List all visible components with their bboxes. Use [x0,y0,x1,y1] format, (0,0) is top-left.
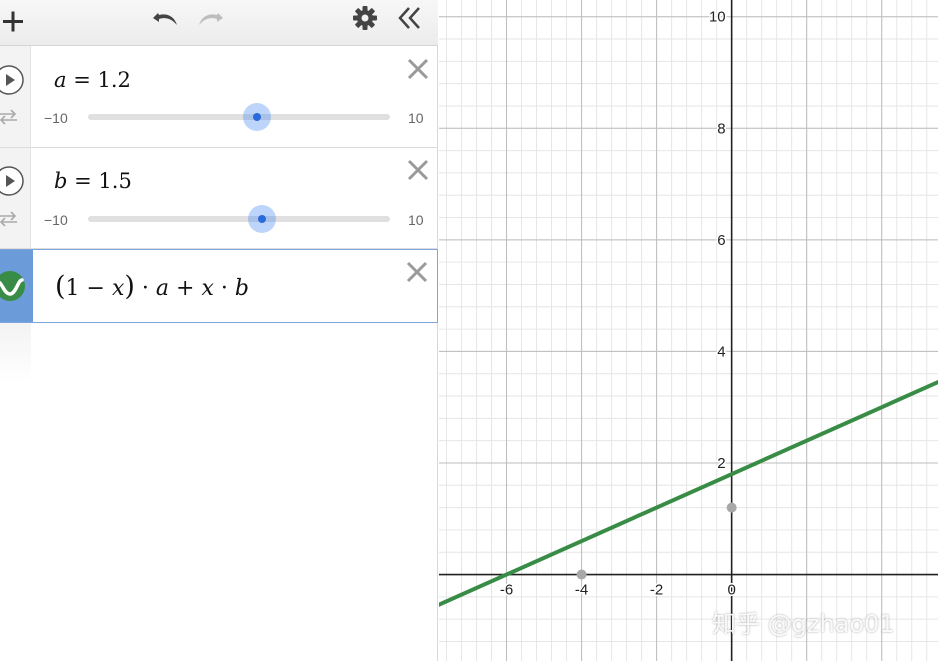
slider-handle[interactable] [243,103,272,131]
slider-handle[interactable] [247,205,276,233]
equals-sign: = [67,169,99,193]
close-icon[interactable] [406,158,430,182]
math-paren-close: ) [124,271,135,302]
expression-item-a[interactable]: a = 1.2 −10 10 [0,46,438,148]
expression-math[interactable]: (1 − x) · a + x · b [55,271,249,302]
graph-paper[interactable]: -6 -4 -2 0 2 4 6 8 10 [430,0,938,661]
double-chevron-left-icon[interactable] [396,4,424,32]
x-tick-label: -6 [500,582,513,599]
empty-expression-gutter [0,323,31,383]
slider-max-label[interactable]: 10 [408,110,424,126]
intercept-point [576,569,587,580]
play-icon[interactable] [0,165,25,197]
slider-track[interactable] [88,216,390,222]
graph-canvas[interactable]: -6 -4 -2 0 2 4 6 8 10 [430,0,938,661]
expression-gutter [0,148,31,248]
variable-name: a [54,68,67,92]
variable-name: b [54,169,68,193]
watermark: 知乎 @gzhao01 [712,610,895,638]
play-icon[interactable] [0,64,25,96]
slider-min-label[interactable]: −10 [44,110,68,126]
close-icon[interactable] [405,260,429,284]
math-operator: · [134,276,156,301]
slider-value: 1.5 [98,169,132,193]
math-var-x: x [201,276,214,301]
loop-icon[interactable] [0,108,20,126]
undo-icon[interactable] [150,4,182,32]
slider-handle-dot [253,113,262,121]
math-operator: + [169,276,202,301]
plus-icon[interactable] [0,6,30,36]
expression-toolbar [0,0,438,46]
math-operator: · [213,276,235,301]
math-paren-open: ( [55,271,66,302]
slider-handle-dot [257,215,266,223]
math-var-b: b [234,276,249,301]
expression-math[interactable]: b = 1.5 [54,169,132,193]
expression-item-function[interactable]: (1 − x) · a + x · b [0,249,438,323]
y-tick-label: 6 [717,232,725,249]
equals-sign: = [66,68,98,92]
y-tick-label: 2 [717,455,725,472]
slider-max-label[interactable]: 10 [408,212,424,228]
expression-math[interactable]: a = 1.2 [54,68,131,92]
x-tick-label: 0 [727,582,735,599]
slider-track[interactable] [88,114,390,120]
math-term: 1 − [65,276,112,301]
y-tick-label: 8 [717,120,725,137]
loop-icon[interactable] [0,210,20,228]
math-var-a: a [155,276,170,301]
x-tick-label: -2 [650,582,663,599]
math-var-x: x [111,276,125,301]
expression-panel: a = 1.2 −10 10 b = 1.5 −10 10 (1 − x) · … [0,0,438,661]
gear-icon[interactable] [352,5,378,31]
close-icon[interactable] [406,57,430,81]
intercept-point [726,502,737,513]
y-tick-label: 10 [709,9,726,26]
slider-min-label[interactable]: −10 [44,212,68,228]
redo-icon[interactable] [194,4,226,32]
x-tick-label: -4 [575,582,588,599]
slider-value: 1.2 [97,68,131,92]
function-line [430,379,938,610]
expression-gutter [0,46,31,147]
graph-visibility-icon[interactable] [0,270,26,302]
y-tick-label: 4 [717,343,725,360]
expression-item-b[interactable]: b = 1.5 −10 10 [0,148,438,249]
